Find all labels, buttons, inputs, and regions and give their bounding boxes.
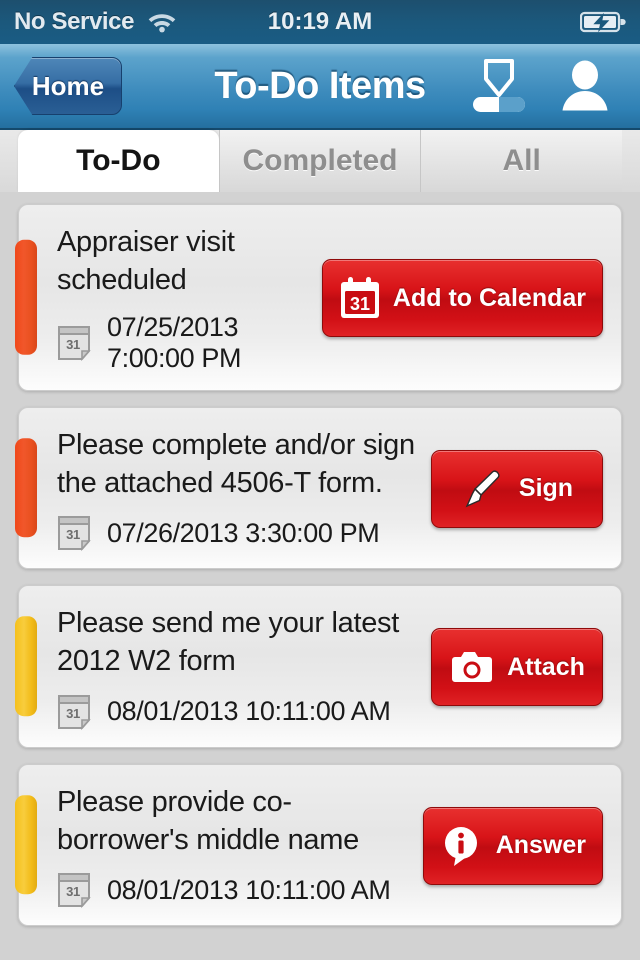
priority-stripe [15,438,37,538]
list-item-content: Please complete and/or sign the attached… [57,426,431,553]
svg-text:31: 31 [66,527,80,542]
sign-button[interactable]: Sign [431,449,603,528]
calendar-31-icon: 31 [339,276,381,320]
svg-text:31: 31 [66,706,80,721]
download-progress-icon[interactable] [468,57,530,115]
list-item-content: Please provide co-borrower's middle name… [57,783,423,910]
battery-charging-icon [580,10,626,34]
tab-all-label: All [502,144,541,177]
info-bubble-icon [440,823,484,869]
carrier-label: No Service [14,8,135,35]
tab-completed[interactable]: Completed [218,130,421,192]
calendar-icon: 31 [57,693,95,731]
todo-list: Appraiser visit scheduled 31 07/25/2013 … [15,192,622,927]
priority-stripe [15,240,37,355]
priority-stripe [15,616,37,717]
camera-icon [449,648,495,686]
home-back-button[interactable]: Home [14,57,122,115]
list-item-action: Attach [431,604,603,731]
home-back-label: Home [31,70,105,101]
todo-list-scroll-area[interactable]: Appraiser visit scheduled 31 07/25/2013 … [0,192,640,960]
navigation-bar: Home To-Do Items [0,44,640,130]
tab-all[interactable]: All [420,130,623,192]
tab-todo-label: To-Do [76,144,161,177]
tab-todo[interactable]: To-Do [18,130,219,208]
list-item[interactable]: Please provide co-borrower's middle name… [15,763,622,927]
list-item-date: 08/01/2013 10:11:00 AM [107,696,391,727]
svg-text:31: 31 [66,884,80,899]
priority-stripe [15,795,37,895]
attach-label: Attach [507,652,585,681]
list-item-date-row: 31 08/01/2013 10:11:00 AM [57,693,417,731]
wifi-icon [147,10,177,34]
profile-icon[interactable] [556,57,614,115]
list-item-date: 08/01/2013 10:11:00 AM [107,874,391,905]
list-item-content: Please send me your latest 2012 W2 form … [57,604,431,731]
list-item-title: Please complete and/or sign the attached… [57,428,415,499]
svg-text:31: 31 [350,294,370,314]
list-item[interactable]: Please send me your latest 2012 W2 form … [15,585,622,748]
svg-text:31: 31 [66,337,80,352]
list-item-date-row: 31 07/25/2013 7:00:00 PM [57,312,308,374]
list-item-action: Sign [431,426,603,553]
calendar-icon: 31 [57,514,95,552]
list-item-action: Answer [422,783,603,910]
list-item-action: 31 Add to Calendar [321,223,603,374]
list-item-title: Appraiser visit scheduled [57,226,235,297]
add-to-calendar-label: Add to Calendar [392,283,586,312]
list-item-date-row: 31 08/01/2013 10:11:00 AM [57,871,409,909]
phone-screen: No Service 10:19 AM Home To-Do Items To-… [0,0,640,960]
list-item-title: Please provide co-borrower's middle name [57,785,359,856]
attach-button[interactable]: Attach [431,628,603,707]
sign-label: Sign [518,474,574,503]
list-item-date: 07/26/2013 3:30:00 PM [107,517,380,548]
list-item-date: 07/25/2013 7:00:00 PM [107,311,242,373]
list-item-date-row: 31 07/26/2013 3:30:00 PM [57,514,417,552]
tab-bar: To-Do Completed All [0,130,640,208]
nav-icon-group [468,57,640,115]
answer-label: Answer [495,831,586,860]
pen-icon [461,466,507,512]
status-bar: No Service 10:19 AM [0,0,640,44]
list-item[interactable]: Appraiser visit scheduled 31 07/25/2013 … [15,204,622,391]
list-item-title: Please send me your latest 2012 W2 form [57,607,399,678]
add-to-calendar-button[interactable]: 31 Add to Calendar [321,259,603,338]
calendar-icon: 31 [57,324,95,362]
tab-completed-label: Completed [242,144,398,177]
list-item-content: Appraiser visit scheduled 31 07/25/2013 … [57,223,322,374]
calendar-icon: 31 [57,871,95,909]
list-item[interactable]: Please complete and/or sign the attached… [15,406,622,570]
answer-button[interactable]: Answer [422,806,603,885]
